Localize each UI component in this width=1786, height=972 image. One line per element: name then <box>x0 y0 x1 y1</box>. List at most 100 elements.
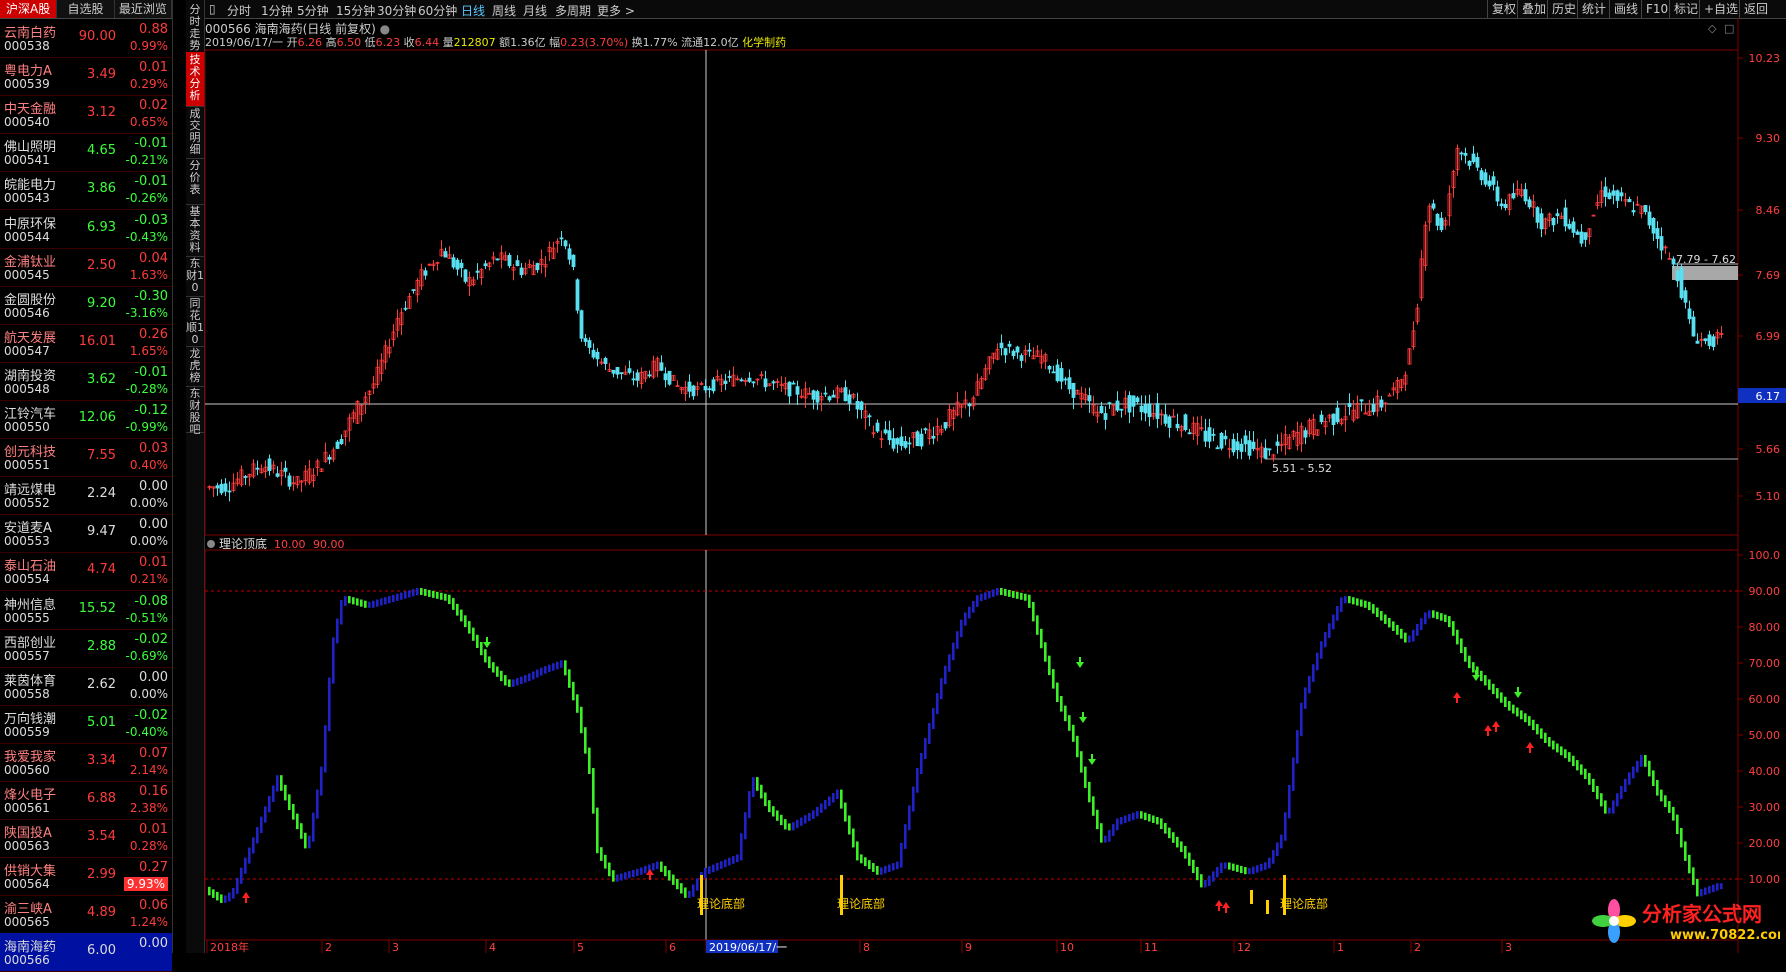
candle-body <box>1231 439 1236 453</box>
indicator-bar <box>1712 884 1715 893</box>
candlestick <box>1575 229 1580 235</box>
candle-body <box>1359 399 1364 402</box>
indicator-bar <box>808 812 811 822</box>
candlestick <box>1207 418 1212 449</box>
indicator-bar <box>348 596 351 604</box>
candle-body <box>571 254 576 267</box>
indicator-bar <box>756 777 759 791</box>
indicator-bar <box>400 592 403 600</box>
candle-body <box>615 367 620 375</box>
candle-body <box>1463 152 1468 156</box>
indicator-bar <box>932 708 935 730</box>
indicator-bar <box>964 612 967 626</box>
candle-body <box>923 428 928 431</box>
candle-body <box>1263 447 1268 459</box>
candlestick <box>1215 445 1220 450</box>
indicator-bar <box>1576 760 1579 771</box>
candlestick <box>471 276 476 287</box>
candle-body <box>579 310 584 339</box>
candlestick <box>1459 151 1464 161</box>
candlestick <box>999 334 1004 356</box>
candle-body <box>595 351 600 360</box>
indicator-bar <box>728 857 731 866</box>
candle-body <box>703 385 708 391</box>
candle-body <box>1671 258 1676 265</box>
indicator-bar <box>1520 710 1523 720</box>
indicator-bar <box>524 675 527 683</box>
diamond-icon[interactable]: ◇ <box>1708 22 1717 35</box>
candlestick <box>1415 303 1420 325</box>
candlestick <box>1307 418 1312 438</box>
candle-body <box>1211 433 1216 436</box>
candlestick <box>1703 338 1708 345</box>
candlestick <box>1467 160 1472 170</box>
candlestick <box>1707 330 1712 350</box>
indicator-bar <box>880 867 883 875</box>
indicator-bar <box>968 606 971 619</box>
indicator-bar <box>1144 812 1147 821</box>
candlestick <box>1651 217 1656 242</box>
indicator-bar <box>604 854 607 869</box>
candle-body <box>1335 407 1340 423</box>
indicator-bar <box>1328 623 1331 638</box>
candlestick <box>847 389 852 411</box>
candle-body <box>483 263 488 267</box>
indicator-bar <box>600 847 603 861</box>
candlestick <box>871 425 876 439</box>
indicator-menu-icon[interactable] <box>207 540 215 548</box>
candlestick <box>711 377 716 394</box>
indicator-bar <box>652 863 655 871</box>
indicator-bar <box>828 796 831 806</box>
candlestick <box>767 383 772 387</box>
indicator-bar <box>1704 887 1707 895</box>
candlestick <box>403 301 408 311</box>
ind-tick-label: 50.00 <box>1749 729 1781 742</box>
square-icon[interactable]: □ <box>1724 22 1734 35</box>
candlestick <box>547 241 552 262</box>
candlestick <box>271 460 276 474</box>
candlestick <box>331 447 336 463</box>
indicator-bar <box>752 777 755 798</box>
candlestick <box>551 241 556 260</box>
candle-body <box>1523 189 1528 202</box>
candlestick <box>1287 433 1292 450</box>
indicator-bar <box>1248 868 1251 875</box>
candle-body <box>1115 400 1120 411</box>
indicator-bar <box>488 656 491 669</box>
indicator-bar <box>1152 815 1155 823</box>
candlestick <box>979 376 984 390</box>
candlestick <box>811 389 816 410</box>
chart-canvas[interactable]: 10.23 9.30 8.46 7.69 6.99 6.17 5.66 5.10 5.51 - … <box>0 0 1786 953</box>
indicator-bar <box>248 847 251 864</box>
candle-body <box>831 394 836 398</box>
indicator-bars <box>208 588 1723 903</box>
candlestick <box>295 476 300 489</box>
indicator-bar <box>1468 655 1471 669</box>
up-arrow-icon <box>1215 900 1223 911</box>
up-arrow-icon <box>1526 742 1534 753</box>
candlestick <box>1119 408 1124 418</box>
candlestick <box>567 243 572 265</box>
indicator-bar <box>1064 705 1067 722</box>
indicator-bar <box>516 678 519 686</box>
indicator-bar <box>1136 811 1139 819</box>
candlestick <box>371 375 376 394</box>
candlestick <box>715 369 720 382</box>
indicator-bar <box>1612 800 1615 814</box>
indicator-bar <box>1028 594 1031 608</box>
candlestick <box>1263 439 1268 459</box>
ind-tick-label: 90.00 <box>1749 585 1781 598</box>
indicator-bar <box>1076 735 1079 758</box>
indicator-bar <box>916 768 919 793</box>
candlestick <box>231 473 236 493</box>
candlestick <box>319 468 324 473</box>
candle-body <box>707 388 712 391</box>
candlestick <box>1023 345 1028 363</box>
candlestick <box>1607 188 1612 200</box>
candlestick <box>1507 193 1512 216</box>
indicator-bar <box>500 670 503 682</box>
candle-body <box>423 270 428 276</box>
indicator-bar <box>312 812 315 842</box>
candle-body <box>887 430 892 441</box>
indicator-bar <box>1448 616 1451 628</box>
